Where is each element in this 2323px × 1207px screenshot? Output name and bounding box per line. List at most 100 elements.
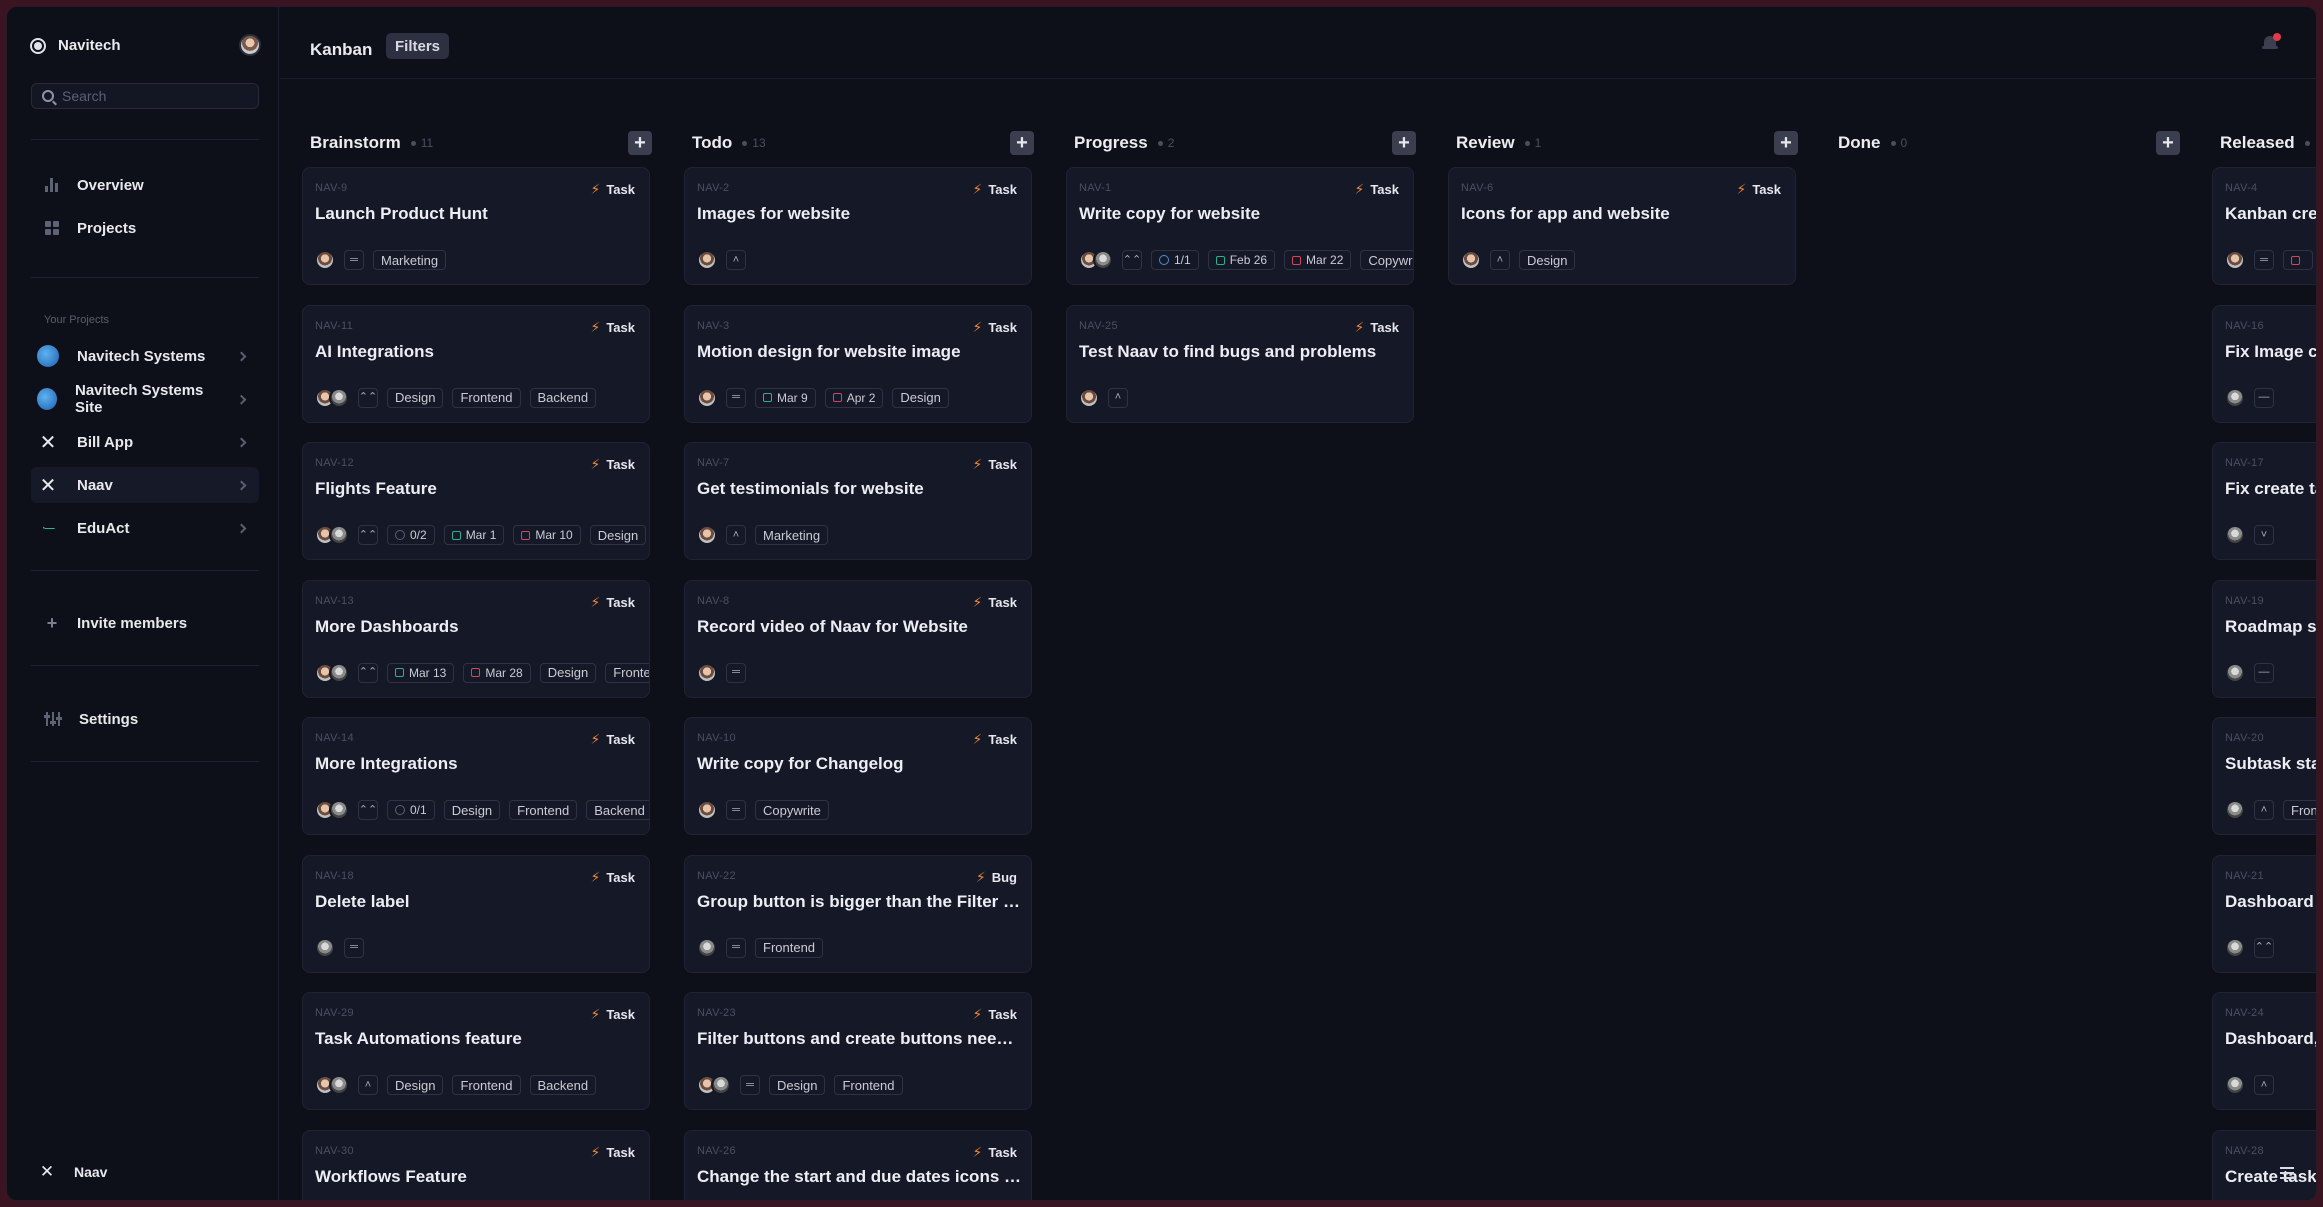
label-tag[interactable]: Design	[892, 387, 949, 408]
label-tag[interactable]: Design	[1519, 250, 1576, 270]
task-card[interactable]: NAV-8 ⚡ Task Record video of Naav for Websi…	[684, 579, 1032, 698]
subtask-chip[interactable]: 0/2	[387, 525, 435, 545]
nav-projects[interactable]: Projects	[31, 210, 259, 246]
label-tag[interactable]: Frontend	[755, 937, 824, 958]
label-tag[interactable]: Frontend	[605, 662, 649, 683]
assignees[interactable]	[315, 387, 349, 408]
add-card-button[interactable]: +	[1392, 131, 1416, 155]
task-card[interactable]: NAV-21⚡TaskDashboard charts⌃⌃	[2212, 854, 2316, 973]
nav-overview[interactable]: Overview	[31, 167, 259, 203]
due-date-chip[interactable]: Mar 10	[513, 525, 581, 545]
add-card-button[interactable]: +	[628, 131, 652, 155]
due-date-chip[interactable]: Mar 22	[1284, 250, 1352, 270]
label-tag[interactable]: Frontend	[2283, 800, 2316, 820]
user-avatar[interactable]	[239, 34, 261, 56]
task-card[interactable]: NAV-17⚡TaskFix create task˅	[2212, 442, 2316, 560]
priority-icon[interactable]: ⌃⌃	[358, 800, 378, 820]
label-tag[interactable]: Frontend	[509, 800, 578, 820]
assignees[interactable]	[315, 800, 349, 820]
priority-icon[interactable]: ˄	[358, 1075, 378, 1095]
label-tag[interactable]: Design	[769, 1075, 826, 1095]
assignees[interactable]	[2225, 662, 2245, 683]
label-tag[interactable]: Copywrite	[755, 800, 829, 820]
label-tag[interactable]: Design	[387, 387, 444, 408]
assignees[interactable]	[697, 525, 717, 545]
assignees[interactable]	[2225, 937, 2245, 958]
start-date-chip[interactable]: Mar 1	[443, 525, 505, 545]
invite-members-button[interactable]: + Invite members	[31, 605, 259, 641]
due-date-chip[interactable]: Mar 28	[463, 662, 531, 683]
task-card[interactable]: NAV-2 ⚡ Task Images for website ˄	[684, 167, 1032, 285]
task-card[interactable]: NAV-1 ⚡ Task Write copy for website ⌃⌃ 1/1 Feb…	[1066, 167, 1414, 285]
label-tag[interactable]: Backend	[529, 387, 597, 408]
task-card[interactable]: NAV-26 ⚡ Task Change the start and due date…	[684, 1129, 1032, 1200]
assignees[interactable]	[1461, 250, 1481, 270]
task-card[interactable]: NAV-30 ⚡ Task Workflows Feature	[302, 1129, 650, 1200]
task-card[interactable]: NAV-12 ⚡ Task Flights Feature ⌃⌃ 0/2 Mar 1 Mar …	[302, 442, 650, 560]
filters-button[interactable]: Filters	[386, 33, 450, 59]
due-date-chip[interactable]: Apr 2	[824, 387, 884, 408]
task-card[interactable]: NAV-22 ⚡ Bug Group button is bigger than th…	[684, 854, 1032, 973]
assignees[interactable]	[697, 800, 717, 820]
priority-icon[interactable]: ═	[344, 250, 364, 270]
assignees[interactable]	[315, 662, 349, 683]
subtask-chip[interactable]: 0/1	[387, 800, 435, 820]
priority-icon[interactable]: ˄	[1108, 387, 1128, 408]
priority-icon[interactable]: ˄	[726, 525, 746, 545]
priority-icon[interactable]: ═	[2254, 250, 2274, 270]
assignees[interactable]	[2225, 1075, 2245, 1095]
label-tag[interactable]: Frontend	[452, 387, 521, 408]
assignees[interactable]	[1079, 250, 1113, 270]
label-tag[interactable]: Marketing	[755, 525, 829, 545]
assignees[interactable]	[2225, 250, 2245, 270]
priority-icon[interactable]: ˄	[1490, 250, 1510, 270]
label-tag[interactable]: Frontend	[452, 1075, 521, 1095]
label-tag[interactable]: Backend	[586, 800, 649, 820]
assignees[interactable]	[697, 1075, 731, 1095]
priority-icon[interactable]: —	[2254, 662, 2274, 683]
priority-icon[interactable]: ˄	[2254, 800, 2274, 820]
task-card[interactable]: NAV-14 ⚡ Task More Integrations ⌃⌃ 0/1 Design F…	[302, 717, 650, 835]
priority-icon[interactable]: ⌃⌃	[1122, 250, 1142, 270]
task-card[interactable]: NAV-9 ⚡ Task Launch Product Hunt ═ Marketing	[302, 167, 650, 285]
assignees[interactable]	[697, 387, 717, 408]
project-navitech-systems-site[interactable]: Navitech Systems Site	[31, 381, 259, 417]
priority-icon[interactable]: ˅	[2254, 525, 2274, 545]
priority-icon[interactable]: ⌃⌃	[2254, 937, 2274, 958]
task-card[interactable]: NAV-18 ⚡ Task Delete label ═	[302, 854, 650, 973]
priority-icon[interactable]: ═	[726, 387, 746, 408]
due-date-chip[interactable]	[2283, 250, 2313, 270]
priority-icon[interactable]: ═	[726, 937, 746, 958]
assignees[interactable]	[697, 937, 717, 958]
task-card[interactable]: NAV-3 ⚡ Task Motion design for website imag…	[684, 304, 1032, 423]
assignees[interactable]	[1079, 387, 1099, 408]
assignees[interactable]	[2225, 387, 2245, 408]
assignees[interactable]	[2225, 800, 2245, 820]
assignees[interactable]	[315, 1075, 349, 1095]
priority-icon[interactable]: ⌃⌃	[358, 662, 378, 683]
label-tag[interactable]: Design	[387, 1075, 444, 1095]
label-tag[interactable]: Design	[443, 800, 501, 820]
add-card-button[interactable]: +	[2156, 131, 2180, 155]
task-card[interactable]: NAV-24⚡TaskDashboard, fix˄	[2212, 992, 2316, 1110]
project-eduact[interactable]: ·— EduAct	[31, 510, 259, 546]
task-card[interactable]: NAV-13 ⚡ Task More Dashboards ⌃⌃ Mar 13 Mar 28…	[302, 579, 650, 698]
priority-icon[interactable]: ═	[726, 800, 746, 820]
project-naav[interactable]: ✕ Naav	[31, 467, 259, 503]
priority-icon[interactable]: ═	[726, 662, 746, 683]
priority-icon[interactable]: ═	[740, 1075, 760, 1095]
subtask-chip[interactable]: 1/1	[1151, 250, 1199, 270]
task-card[interactable]: NAV-29 ⚡ Task Task Automations feature ˄ Desi…	[302, 992, 650, 1110]
nav-settings[interactable]: Settings	[31, 701, 259, 737]
task-card[interactable]: NAV-19⚡TaskRoadmap subtasks—	[2212, 579, 2316, 698]
footer-workspace[interactable]: ✕ Naav	[36, 1162, 108, 1182]
add-card-button[interactable]: +	[1010, 131, 1034, 155]
assignees[interactable]	[697, 662, 717, 683]
assignees[interactable]	[315, 937, 335, 958]
task-card[interactable]: NAV-28⚡TaskCreate task	[2212, 1129, 2316, 1200]
label-tag[interactable]: Marketing	[373, 250, 447, 270]
search-box[interactable]	[31, 83, 259, 109]
project-bill-app[interactable]: ✕ Bill App	[31, 424, 259, 460]
search-input[interactable]	[62, 88, 242, 104]
task-card[interactable]: NAV-16⚡TaskFix Image compression—	[2212, 304, 2316, 423]
